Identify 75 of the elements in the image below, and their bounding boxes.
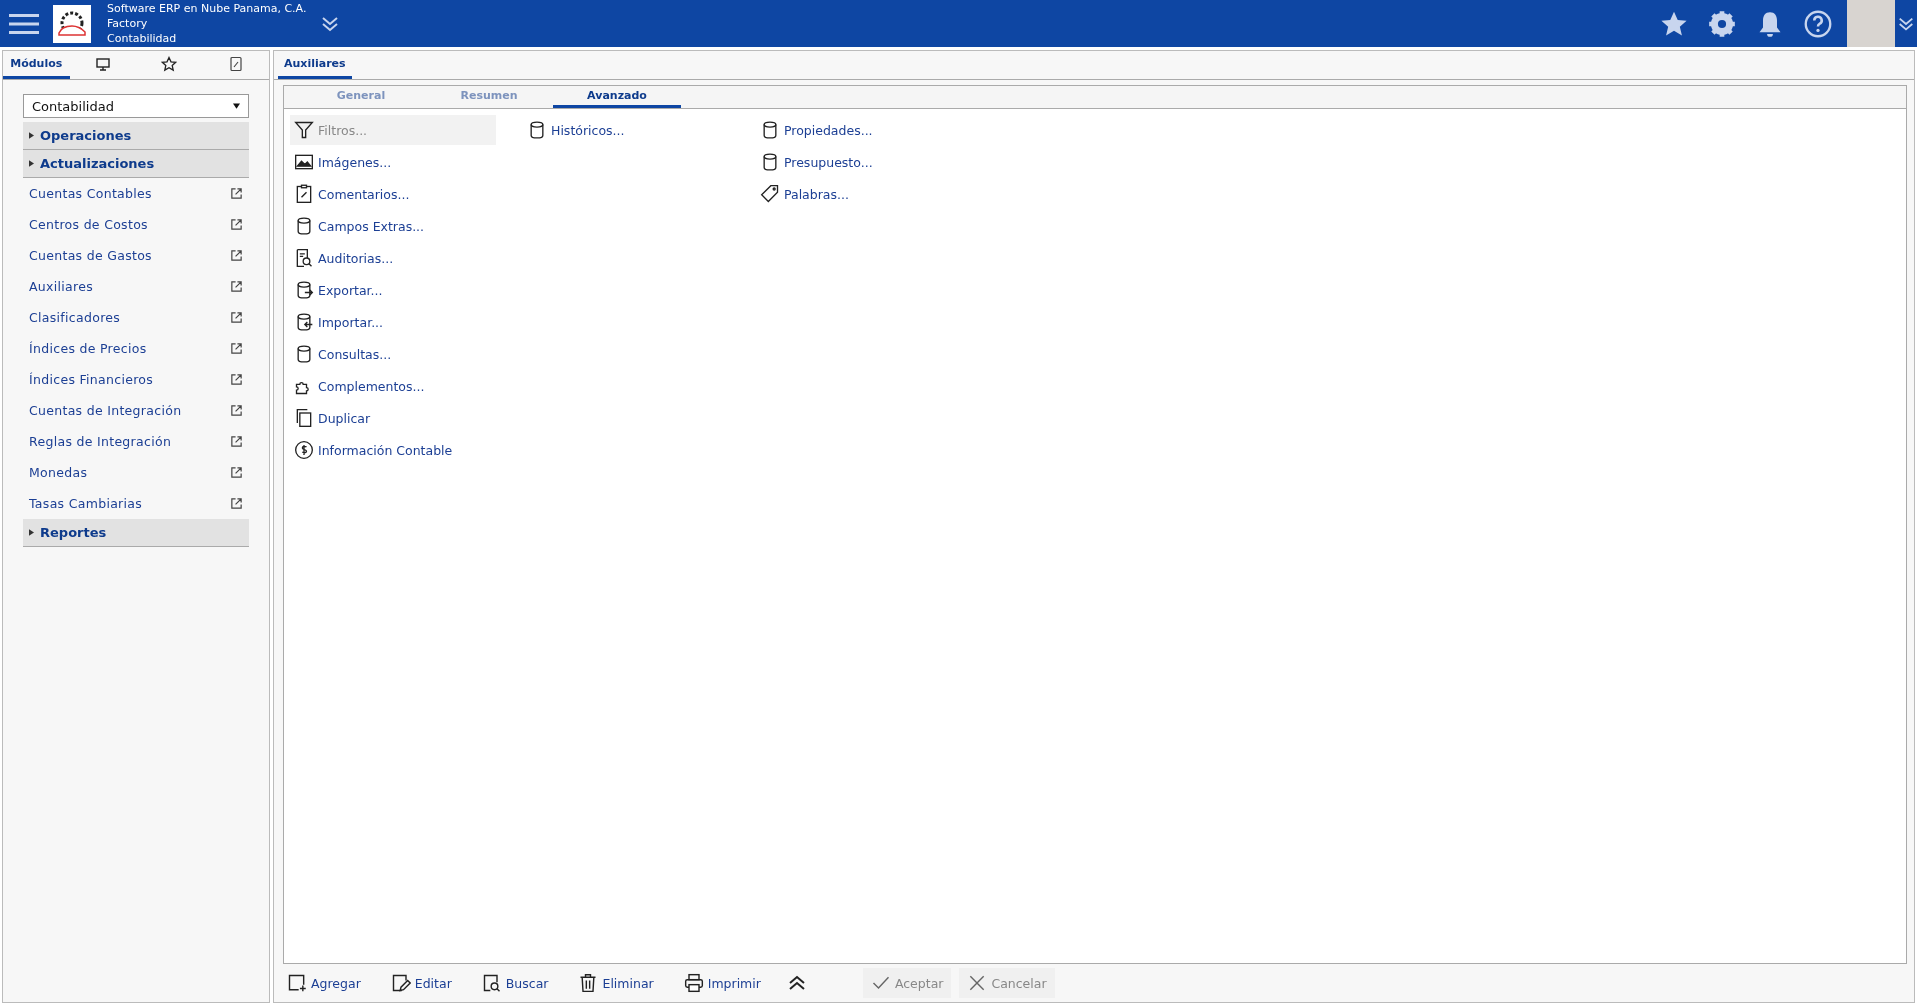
section-header[interactable]: Reportes	[23, 519, 249, 547]
menu-item[interactable]: Propiedades...	[756, 115, 962, 145]
dollar-icon	[294, 440, 314, 460]
menu-item[interactable]: Duplicar	[290, 403, 496, 433]
settings-icon[interactable]	[1708, 9, 1736, 38]
menu-item[interactable]: Palabras...	[756, 179, 962, 209]
picture-icon	[294, 152, 314, 172]
help-icon[interactable]	[1804, 9, 1832, 38]
printer-icon	[683, 973, 704, 993]
sidebar-link[interactable]: Índices de Precios	[29, 341, 147, 356]
sidebar-link[interactable]: Cuentas Contables	[29, 186, 152, 201]
sidebar-link[interactable]: Auxiliares	[29, 279, 94, 294]
sidebar-link[interactable]: Centros de Costos	[29, 217, 148, 232]
external-link-icon[interactable]	[230, 373, 243, 386]
external-link-icon[interactable]	[230, 218, 243, 231]
star-icon	[161, 55, 178, 72]
external-link-icon[interactable]	[230, 249, 243, 262]
module-dropdown[interactable]: Contabilidad	[23, 94, 249, 118]
menu-item[interactable]: Complementos...	[290, 371, 496, 401]
document-icon	[227, 55, 244, 72]
toolbar-button[interactable]: Eliminar	[574, 968, 658, 998]
caret-right-icon	[29, 132, 34, 139]
clipboard-icon	[294, 184, 314, 204]
external-link-icon[interactable]	[230, 311, 243, 324]
toolbar-button[interactable]: Agregar	[283, 968, 365, 998]
sidebar-tab[interactable]: Módulos	[3, 51, 70, 79]
logo-icon	[53, 4, 91, 43]
menu-icon[interactable]	[9, 12, 39, 35]
copy-icon	[294, 408, 314, 428]
company-name: Software ERP en Nube Panama, C.A.	[107, 1, 307, 16]
toolbar-button[interactable]: Imprimir	[679, 968, 765, 998]
document-tab[interactable]: Auxiliares	[278, 51, 352, 79]
external-link-icon[interactable]	[230, 280, 243, 293]
site-name: Factory	[107, 16, 149, 31]
search-square-icon	[481, 973, 502, 993]
toolbar-button[interactable]: Buscar	[477, 968, 553, 998]
menu-item[interactable]: Importar...	[290, 307, 496, 337]
sidebar-link[interactable]: Clasificadores	[29, 310, 121, 325]
menu-item[interactable]: Información Contable	[290, 435, 496, 465]
sidebar-link[interactable]: Tasas Cambiarias	[29, 496, 143, 511]
menu-item[interactable]: Presupuesto...	[756, 147, 962, 177]
menu-item[interactable]: Comentarios...	[290, 179, 496, 209]
external-link-icon[interactable]	[230, 497, 243, 510]
tag-icon	[760, 184, 780, 204]
sidebar-link[interactable]: Cuentas de Gastos	[29, 248, 152, 263]
sidebar-link[interactable]: Índices Financieros	[29, 372, 154, 387]
menu-item[interactable]: Imágenes...	[290, 147, 496, 177]
menu-item[interactable]: Históricos...	[523, 115, 729, 145]
monitor-icon	[94, 55, 111, 72]
dropdown-arrow-icon	[233, 103, 240, 109]
menu-item[interactable]: Auditorias...	[290, 243, 496, 273]
menu-item[interactable]: Campos Extras...	[290, 211, 496, 241]
menu-item[interactable]: Exportar...	[290, 275, 496, 305]
toolbar-button[interactable]: Editar	[386, 968, 456, 998]
add-square-icon	[287, 973, 307, 993]
document-search-icon	[294, 248, 314, 268]
menu-item[interactable]: Consultas...	[290, 339, 496, 369]
trash-icon	[578, 973, 599, 993]
caret-right-icon	[29, 160, 34, 167]
external-link-icon[interactable]	[230, 404, 243, 417]
external-link-icon[interactable]	[230, 466, 243, 479]
external-link-icon[interactable]	[230, 187, 243, 200]
subtab[interactable]: Avanzado	[553, 86, 681, 108]
external-link-icon[interactable]	[230, 435, 243, 448]
sidebar-link[interactable]: Cuentas de Integración	[29, 403, 182, 418]
edit-square-icon	[390, 973, 411, 993]
sidebar-link[interactable]: Reglas de Integración	[29, 434, 172, 449]
module-name: Contabilidad	[107, 31, 178, 46]
section-header[interactable]: Actualizaciones	[23, 150, 249, 178]
caret-right-icon	[29, 529, 34, 536]
section-header[interactable]: Operaciones	[23, 122, 249, 150]
external-link-icon[interactable]	[230, 342, 243, 355]
sidebar-link[interactable]: Monedas	[29, 465, 88, 480]
double-chevron-down-icon[interactable]	[1897, 15, 1915, 32]
funnel-icon	[294, 120, 314, 140]
